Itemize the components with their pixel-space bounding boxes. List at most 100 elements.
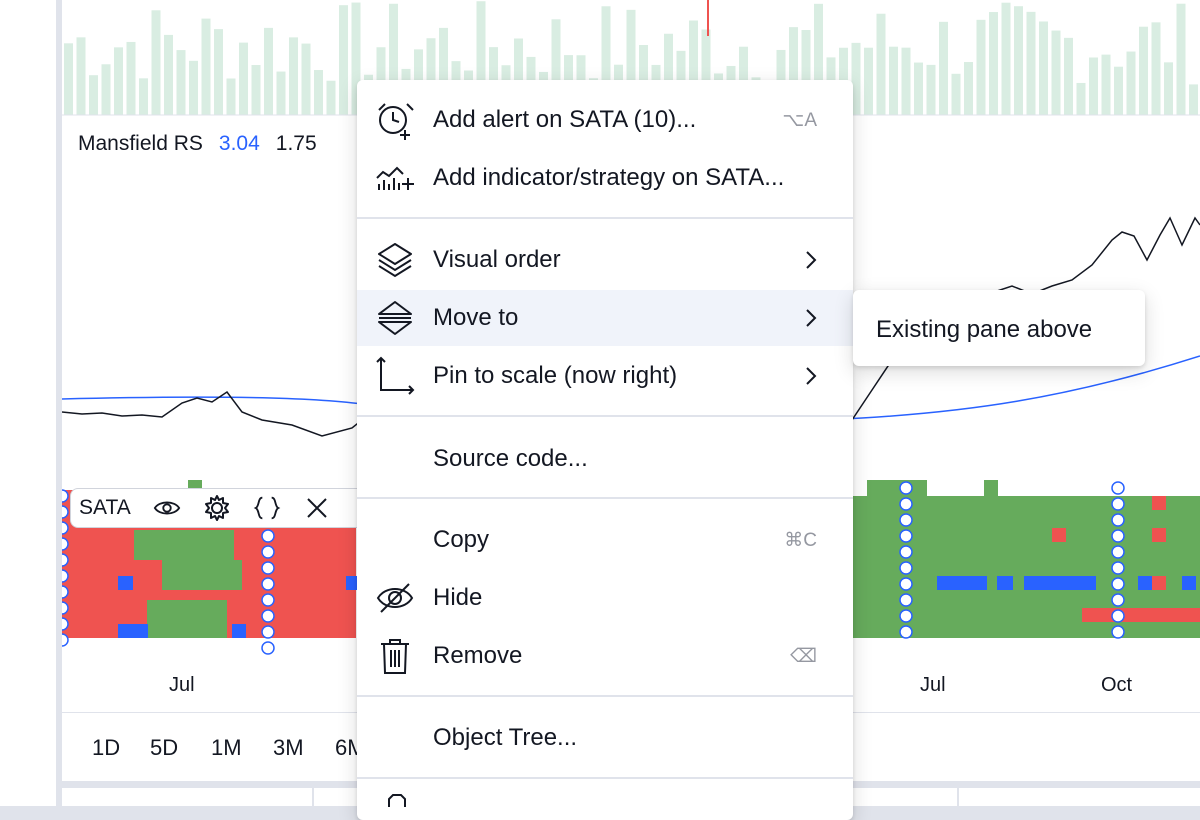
volume-bar xyxy=(1101,54,1111,115)
menu-item-label: Move to xyxy=(433,304,519,331)
selection-handle xyxy=(62,569,69,583)
menu-item-object-tree[interactable]: Object Tree... xyxy=(357,710,853,766)
selection-handle xyxy=(1111,609,1125,623)
range-button-1m[interactable]: 1M xyxy=(211,735,242,761)
volume-bar xyxy=(251,65,261,115)
volume-bar xyxy=(101,64,111,115)
volume-bar xyxy=(1089,57,1098,115)
volume-bar xyxy=(339,5,348,116)
eye-off-icon xyxy=(375,578,415,618)
study-name[interactable]: SATA xyxy=(79,496,131,520)
volume-bar xyxy=(1001,2,1011,116)
indicator-name[interactable]: Mansfield RS xyxy=(78,132,203,156)
menu-separator xyxy=(357,497,853,499)
menu-separator xyxy=(357,217,853,219)
volume-bar xyxy=(164,34,173,115)
menu-item-shortcut: ⌫ xyxy=(790,645,817,667)
volume-bar xyxy=(201,18,211,116)
menu-item-remove[interactable]: Remove ⌫ xyxy=(357,628,853,684)
pin-scale-icon xyxy=(375,356,415,396)
trash-icon xyxy=(375,636,415,676)
selection-handle xyxy=(899,481,913,495)
volume-bar xyxy=(1026,11,1036,115)
menu-item-add-alert[interactable]: Add alert on SATA (10)... ⌥A xyxy=(357,92,853,148)
eye-icon[interactable] xyxy=(153,494,181,522)
selection-handle xyxy=(899,593,913,607)
menu-item-label: Add alert on SATA (10)... xyxy=(433,106,697,133)
time-axis-label: Oct xyxy=(1101,674,1133,696)
selection-handle xyxy=(261,625,275,639)
volume-bar xyxy=(1126,51,1136,115)
selection-handle xyxy=(899,545,913,559)
chevron-right-icon xyxy=(806,251,817,269)
menu-item-pin-to-scale[interactable]: Pin to scale (now right) xyxy=(357,348,853,404)
alarm-clock-plus-icon xyxy=(375,100,415,140)
range-button-1d[interactable]: 1D xyxy=(92,735,120,761)
chevron-right-icon xyxy=(806,367,817,385)
heatmap-block xyxy=(1182,576,1196,590)
menu-item-label: Add indicator/strategy on SATA... xyxy=(433,164,785,191)
selection-handle xyxy=(261,545,275,559)
volume-bar xyxy=(114,47,123,115)
selection-handle xyxy=(1111,577,1125,591)
menu-item-source-code[interactable]: Source code... xyxy=(357,431,853,487)
heatmap-block xyxy=(162,560,242,590)
selection-handle xyxy=(899,513,913,527)
selection-handle xyxy=(899,577,913,591)
indicator-plus-icon xyxy=(375,158,415,198)
volume-bar xyxy=(1114,66,1123,115)
selection-handle xyxy=(1111,481,1125,495)
volume-bar xyxy=(1076,82,1086,115)
range-button-3m[interactable]: 3M xyxy=(273,735,304,761)
indicator-value-secondary: 1.75 xyxy=(275,132,317,155)
volume-bar xyxy=(1189,84,1198,115)
menu-item-shortcut: ⌥A xyxy=(782,109,817,131)
context-menu: Add alert on SATA (10)... ⌥A Add indicat… xyxy=(357,80,853,820)
time-axis-label: Jul xyxy=(920,674,946,696)
close-icon[interactable] xyxy=(303,494,331,522)
selection-handle xyxy=(261,577,275,591)
volume-bar xyxy=(289,37,298,115)
selection-handle xyxy=(899,529,913,543)
move-pane-icon xyxy=(375,298,415,338)
volume-bar xyxy=(264,27,273,115)
volume-bar xyxy=(1164,62,1173,115)
indicator-value-primary: 3.04 xyxy=(218,132,260,155)
menu-item-label: Source code... xyxy=(433,445,588,472)
heatmap-block xyxy=(118,576,133,590)
volume-bar xyxy=(1176,3,1186,116)
volume-bar xyxy=(989,12,998,115)
selection-handle xyxy=(261,593,275,607)
selection-handle xyxy=(1111,545,1125,559)
selection-handle xyxy=(1111,561,1125,575)
settings-icon[interactable] xyxy=(379,793,415,812)
heatmap-block xyxy=(1152,528,1166,542)
braces-icon[interactable] xyxy=(253,494,281,522)
heatmap-block xyxy=(1152,576,1166,590)
selection-handle xyxy=(62,633,69,647)
volume-bar xyxy=(239,42,248,116)
selection-handle xyxy=(62,585,69,599)
volume-bar xyxy=(214,29,223,115)
menu-separator xyxy=(357,695,853,697)
heatmap-block xyxy=(118,624,148,638)
heatmap-block xyxy=(1024,576,1096,590)
menu-item-label: Copy xyxy=(433,526,490,553)
menu-item-move-to[interactable]: Move to xyxy=(357,290,853,346)
menu-item-hide[interactable]: Hide xyxy=(357,570,853,626)
gear-icon[interactable] xyxy=(203,494,231,522)
menu-item-label: Object Tree... xyxy=(433,724,578,751)
menu-item-add-indicator[interactable]: Add indicator/strategy on SATA... xyxy=(357,150,853,206)
volume-bar xyxy=(301,43,311,115)
selection-handle xyxy=(261,609,275,623)
menu-item-copy[interactable]: Copy ⌘C xyxy=(357,512,853,568)
selection-handle xyxy=(62,489,69,503)
range-button-5d[interactable]: 5D xyxy=(150,735,178,761)
volume-bar xyxy=(864,47,873,115)
menu-item-visual-order[interactable]: Visual order xyxy=(357,232,853,288)
selection-handle xyxy=(261,529,275,543)
volume-bar xyxy=(951,73,961,115)
selection-handle xyxy=(62,505,69,519)
submenu-item-existing-pane-above[interactable]: Existing pane above xyxy=(876,316,1092,344)
indicator-legend: Mansfield RS 3.04 1.75 xyxy=(78,132,317,156)
